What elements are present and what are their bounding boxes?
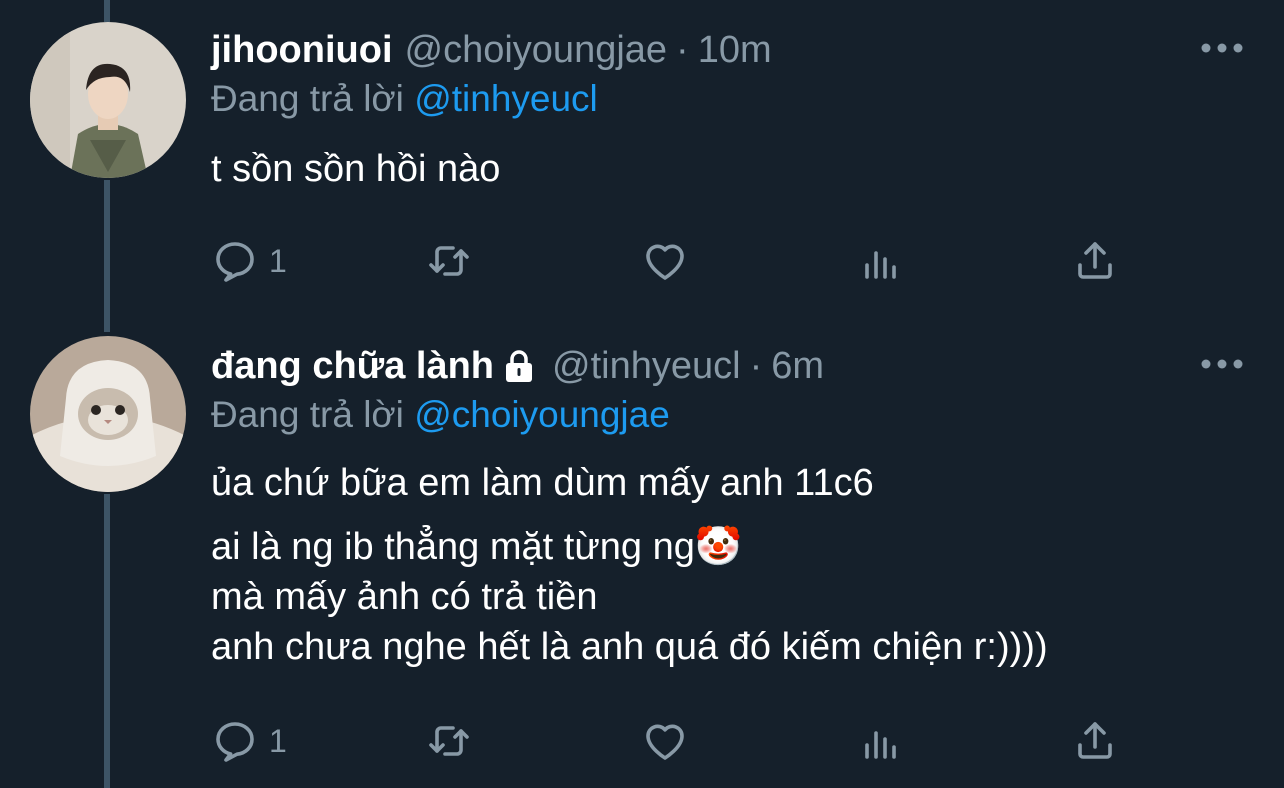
retweet-button[interactable] <box>425 716 473 766</box>
share-button[interactable] <box>1071 236 1119 286</box>
analytics-button[interactable] <box>857 236 905 286</box>
tweet-header: jihooniuoi @choiyoungjae · 10m <box>211 26 1244 74</box>
mention-link[interactable]: @choiyoungjae <box>414 394 670 435</box>
replying-label: Đang trả lời <box>211 78 404 119</box>
retweet-icon <box>429 726 469 756</box>
replying-to: Đang trả lời @tinhyeucl <box>211 74 1244 124</box>
user-handle[interactable]: @tinhyeucl <box>552 342 741 390</box>
tweet-text: t sồn sồn hồi nào <box>211 144 1244 194</box>
avatar-photo <box>30 22 186 178</box>
analytics-button[interactable] <box>857 716 905 766</box>
share-button[interactable] <box>1071 716 1119 766</box>
analytics-icon <box>865 251 896 279</box>
lock-icon <box>506 350 532 382</box>
reply-button[interactable]: 1 <box>211 236 287 286</box>
tweet-text-line: mà mấy ảnh có trả tiền <box>211 576 598 618</box>
tweet[interactable]: jihooniuoi @choiyoungjae · 10m Đang trả … <box>0 0 1284 330</box>
like-icon <box>646 724 684 760</box>
action-bar: 1 <box>211 236 1112 286</box>
replying-to: Đang trả lời @choiyoungjae <box>211 390 1244 440</box>
more-icon[interactable] <box>1200 36 1244 60</box>
reply-button[interactable]: 1 <box>211 716 287 766</box>
tweet-text-line: anh chưa nghe hết là anh quá đó kiếm chi… <box>211 626 1048 668</box>
tweet-text-line: t sồn sồn hồi nào <box>211 148 501 190</box>
reply-icon <box>216 242 254 282</box>
tweet-text: ủa chứ bữa em làm dùm mấy anh 11c6 ai là… <box>211 458 1244 672</box>
like-icon <box>646 244 684 280</box>
avatar-photo <box>30 336 186 492</box>
reply-icon <box>216 722 254 762</box>
separator: · <box>676 29 689 71</box>
display-name[interactable]: đang chữa lành <box>211 342 494 390</box>
timestamp[interactable]: 10m <box>698 26 772 74</box>
replying-label: Đang trả lời <box>211 394 404 435</box>
tweet[interactable]: đang chữa lành @tinhyeucl · 6m Đang trả … <box>0 330 1284 788</box>
more-icon[interactable] <box>1200 352 1244 376</box>
share-icon <box>1078 722 1112 759</box>
analytics-icon <box>865 731 896 759</box>
display-name[interactable]: jihooniuoi <box>211 26 393 74</box>
user-handle[interactable]: @choiyoungjae <box>405 26 668 74</box>
share-icon <box>1078 242 1112 279</box>
retweet-button[interactable] <box>425 236 473 286</box>
reply-count: 1 <box>269 722 287 759</box>
reply-count: 1 <box>269 242 287 279</box>
avatar[interactable] <box>30 336 186 492</box>
retweet-icon <box>429 246 469 276</box>
like-button[interactable] <box>641 236 689 286</box>
avatar[interactable] <box>30 22 186 178</box>
mention-link[interactable]: @tinhyeucl <box>414 78 598 119</box>
separator: · <box>749 345 763 387</box>
timestamp[interactable]: 6m <box>771 342 824 390</box>
action-bar: 1 <box>211 716 1112 766</box>
tweet-header: đang chữa lành @tinhyeucl · 6m <box>211 342 1244 390</box>
tweet-text-line: ai là ng ib thẳng mặt từng ng🤡 <box>211 526 743 568</box>
like-button[interactable] <box>641 716 689 766</box>
tweet-text-line: ủa chứ bữa em làm dùm mấy anh 11c6 <box>211 462 874 504</box>
